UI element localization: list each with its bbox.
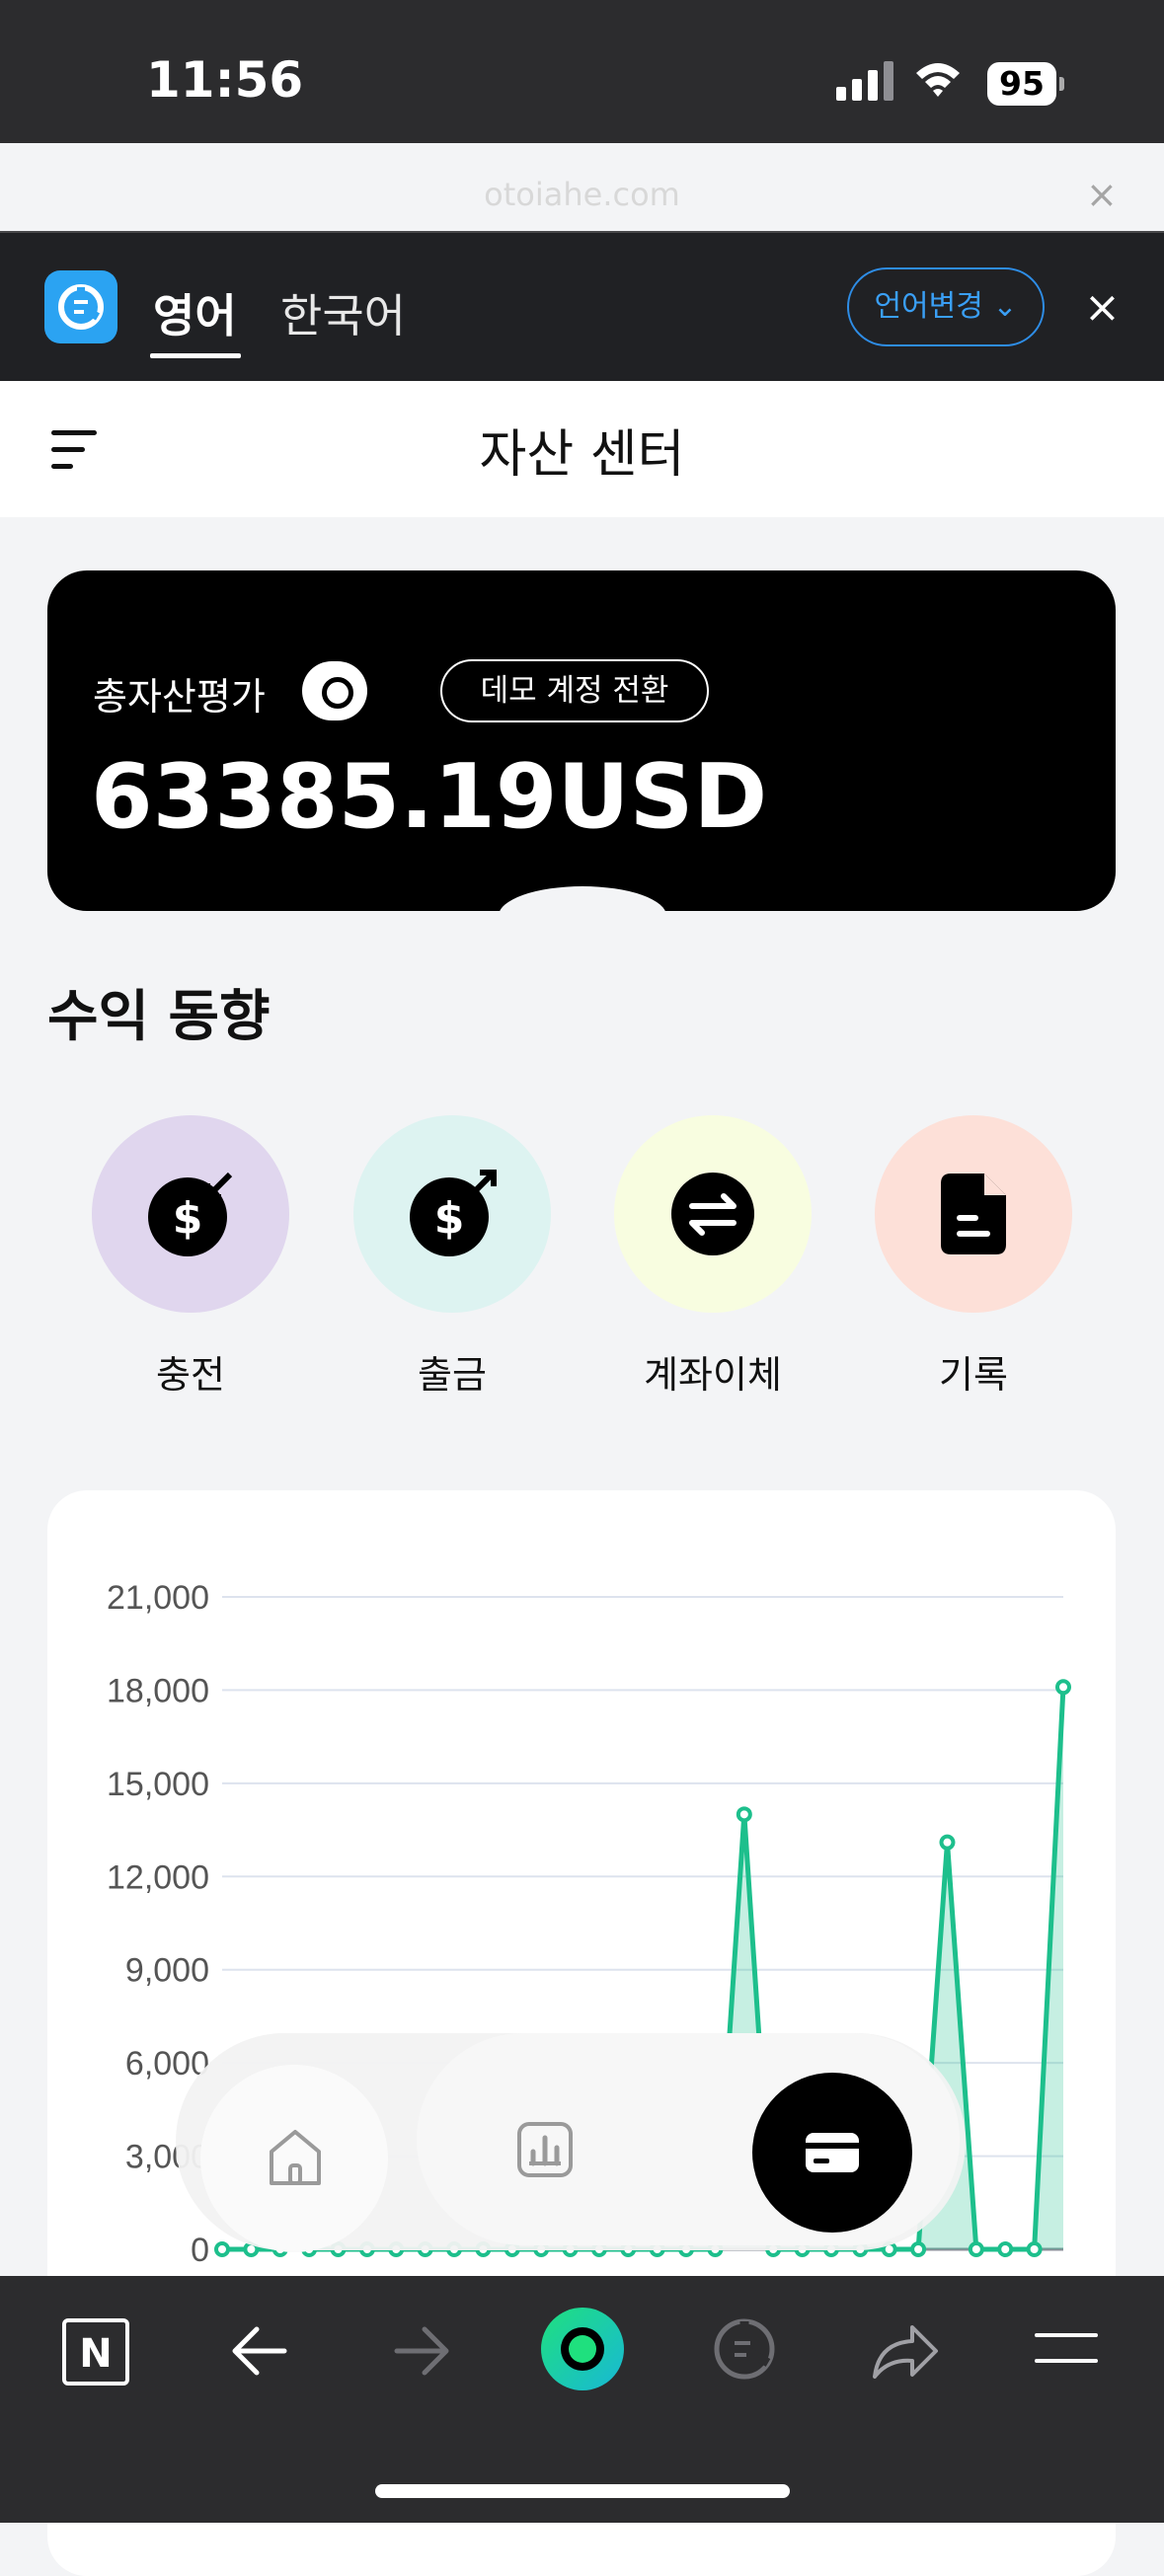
chart-point (214, 2241, 230, 2257)
y-tick-label: 12,000 (107, 1858, 209, 1896)
y-tick-label: 21,000 (107, 1579, 209, 1617)
y-tick-label: 0 (191, 2232, 209, 2269)
transfer-label: 계좌이체 (644, 1353, 782, 1397)
chart-point (1026, 2241, 1043, 2257)
forward-arrow-icon[interactable] (391, 2321, 452, 2381)
y-tick-label: 15,000 (107, 1766, 209, 1803)
record-button[interactable]: 기록 (875, 1115, 1072, 1399)
chart-point (997, 2241, 1014, 2257)
translate-logo-icon (44, 270, 117, 343)
section-title: 수익 동향 (47, 985, 271, 1049)
withdraw-button[interactable]: $ 출금 (353, 1115, 551, 1399)
balance-amount: 63385.19USD (91, 745, 768, 849)
signal-icon (836, 61, 893, 101)
n-app-icon[interactable]: N (61, 2317, 130, 2387)
chart-point (939, 1834, 956, 1851)
chart-point (968, 2241, 984, 2257)
chart-icon[interactable] (515, 2120, 575, 2179)
url-close-button[interactable]: × (1086, 173, 1118, 216)
eye-pupil (322, 677, 353, 709)
withdraw-icon: $ (410, 1170, 497, 1256)
translate-app-icon[interactable] (709, 2313, 780, 2385)
hamburger-menu-icon[interactable] (1033, 2329, 1100, 2369)
transfer-circle (614, 1115, 812, 1313)
withdraw-circle: $ (353, 1115, 551, 1313)
chart-point (1055, 1679, 1071, 1696)
green-dot-icon[interactable] (539, 2306, 626, 2392)
wifi-icon (916, 63, 960, 97)
home-icon (270, 2130, 321, 2185)
tab-underline (150, 353, 241, 358)
record-label: 기록 (939, 1353, 1008, 1397)
tab-target-language[interactable]: 한국어 (280, 280, 406, 345)
page-title: 자산 센터 (479, 425, 685, 485)
svg-text:$: $ (173, 1193, 203, 1244)
status-time: 11:56 (146, 51, 304, 109)
battery-tip (1059, 77, 1064, 91)
withdraw-label: 출금 (418, 1353, 487, 1397)
y-tick-label: 9,000 (125, 1952, 209, 1990)
deposit-button[interactable]: $ 충전 (92, 1115, 289, 1399)
nav-home-button[interactable] (200, 2065, 388, 2252)
battery-indicator: 95 (987, 62, 1056, 106)
browser-url[interactable]: otoiahe.com (0, 176, 1164, 213)
home-indicator (375, 2484, 790, 2498)
wallet-icon (806, 2133, 859, 2172)
y-tick-label: 18,000 (107, 1672, 209, 1709)
transfer-icon (671, 1173, 754, 1255)
card-notch (499, 886, 666, 946)
record-circle (875, 1115, 1072, 1313)
deposit-icon: $ (148, 1172, 233, 1256)
balance-label: 총자산평가 (93, 675, 266, 719)
deposit-circle: $ (92, 1115, 289, 1313)
svg-text:N: N (79, 2331, 112, 2377)
tab-source-language[interactable]: 영어 (153, 280, 237, 345)
translate-close-button[interactable]: × (1084, 282, 1121, 333)
demo-account-switch-button[interactable]: 데모 계정 전환 (440, 659, 709, 722)
back-arrow-icon[interactable] (229, 2321, 290, 2381)
chart-point (910, 2241, 927, 2257)
svg-text:$: $ (434, 1193, 465, 1244)
nav-wallet-button[interactable] (752, 2073, 912, 2233)
deposit-label: 충전 (156, 1353, 225, 1397)
transfer-button[interactable]: 계좌이체 (614, 1115, 812, 1399)
record-icon (941, 1174, 1006, 1254)
change-language-button[interactable]: 언어변경 ⌄ (847, 267, 1045, 346)
chart-point (736, 1806, 752, 1823)
balance-card (47, 570, 1116, 911)
share-icon[interactable] (869, 2319, 940, 2383)
